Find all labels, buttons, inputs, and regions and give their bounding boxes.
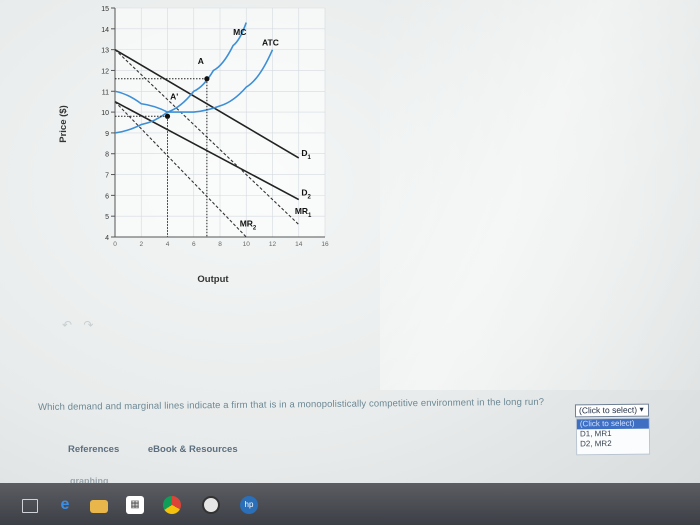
annotation-label: ATC [262, 37, 279, 47]
y-tick-label: 10 [101, 110, 109, 117]
point-marker [164, 113, 171, 119]
y-tick-label: 6 [105, 193, 109, 200]
x-tick-label: 14 [295, 241, 303, 248]
x-tick-label: 0 [113, 241, 117, 248]
dropdown-value: (Click to select) [578, 404, 638, 416]
y-tick-label: 12 [101, 68, 109, 75]
x-tick-label: 12 [269, 241, 277, 248]
y-tick-label: 4 [105, 235, 109, 242]
answer-dropdown[interactable]: (Click to select) ▼ [574, 403, 650, 418]
x-tick-label: 2 [139, 241, 143, 248]
store-icon[interactable]: ▦ [126, 496, 144, 514]
x-tick-label: 6 [192, 241, 196, 248]
x-tick-label: 10 [243, 241, 251, 248]
annotation-label: A [198, 56, 204, 66]
y-tick-label: 11 [102, 89, 109, 96]
point-marker [204, 76, 210, 82]
y-tick-label: 13 [101, 48, 109, 55]
hp-icon[interactable]: hp [240, 496, 258, 514]
references-link[interactable]: References [68, 444, 119, 455]
y-tick-label: 8 [105, 152, 109, 159]
dropdown-menu: (Click to select) D1, MR1 D2, MR2 [575, 417, 651, 456]
chevron-down-icon: ▼ [638, 406, 646, 414]
folder-icon[interactable] [90, 500, 108, 513]
resource-links: References eBook & Resources [68, 444, 264, 455]
x-tick-label: 16 [321, 241, 329, 248]
chrome-icon[interactable] [163, 496, 181, 514]
undo-redo-icons[interactable]: ↶ ↷ [62, 318, 97, 332]
dropdown-option[interactable]: D2, MR2 [577, 439, 649, 450]
x-axis-label: Output [197, 274, 229, 285]
x-tick-label: 4 [166, 241, 170, 248]
y-axis-label: Price ($) [58, 105, 69, 143]
annotation-label: A' [170, 92, 178, 102]
y-tick-label: 7 [105, 173, 109, 180]
camera-icon[interactable] [202, 496, 220, 514]
y-tick-label: 15 [101, 6, 109, 13]
y-tick-label: 5 [105, 214, 109, 221]
y-tick-label: 9 [105, 131, 109, 138]
edge-browser-icon[interactable]: e [56, 496, 74, 514]
ebook-resources-link[interactable]: eBook & Resources [148, 444, 238, 455]
y-tick-label: 14 [101, 27, 109, 34]
x-tick-label: 8 [218, 241, 222, 248]
task-view-icon[interactable] [22, 499, 38, 513]
annotation-label: MC [233, 27, 246, 37]
